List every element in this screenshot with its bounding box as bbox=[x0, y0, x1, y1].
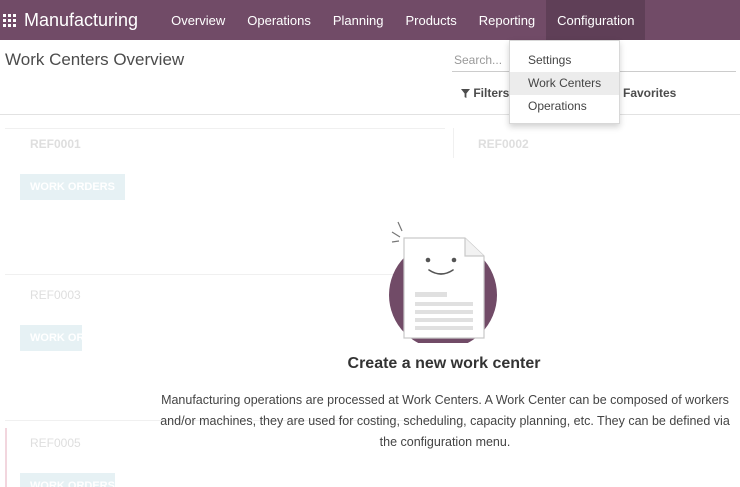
card-divider bbox=[5, 274, 445, 275]
card-ref: REF0003 bbox=[30, 288, 81, 302]
help-title: Create a new work center bbox=[347, 355, 541, 372]
work-orders-button: WORK ORDERS bbox=[20, 473, 115, 487]
card-ref: REF0001 bbox=[30, 137, 81, 151]
menu-configuration[interactable]: Configuration bbox=[546, 0, 646, 40]
menu-overview[interactable]: Overview bbox=[160, 0, 236, 40]
work-center-illustration bbox=[389, 221, 497, 343]
apps-grid-icon[interactable] bbox=[3, 13, 16, 27]
dropdown-item-operations[interactable]: Operations bbox=[510, 95, 619, 118]
filters-button[interactable]: Filters bbox=[461, 86, 509, 100]
app-brand[interactable]: Manufacturing bbox=[24, 10, 138, 31]
filter-funnel-icon bbox=[461, 89, 470, 98]
card-divider bbox=[5, 128, 445, 129]
favorites-button[interactable]: Favorites bbox=[623, 86, 676, 100]
menu-reporting[interactable]: Reporting bbox=[468, 0, 546, 40]
main-menu: Overview Operations Planning Products Re… bbox=[160, 0, 646, 40]
help-text: Manufacturing operations are processed a… bbox=[160, 393, 730, 449]
control-panel: Work Centers Overview Filters Favorites bbox=[0, 40, 740, 115]
page-title: Work Centers Overview bbox=[5, 50, 185, 69]
card-divider bbox=[453, 128, 454, 158]
work-orders-button: WORK ORDERS bbox=[20, 325, 82, 351]
top-navbar: Manufacturing Overview Operations Planni… bbox=[0, 0, 740, 40]
dropdown-item-work-centers[interactable]: Work Centers bbox=[510, 72, 619, 95]
card-ref: REF0002 bbox=[478, 137, 529, 151]
work-orders-button: WORK ORDERS bbox=[20, 174, 125, 200]
card-ref: REF0005 bbox=[30, 436, 81, 450]
favorites-label: Favorites bbox=[623, 86, 677, 100]
dropdown-item-settings[interactable]: Settings bbox=[510, 49, 619, 72]
filters-label: Filters bbox=[473, 86, 510, 100]
menu-planning[interactable]: Planning bbox=[322, 0, 395, 40]
menu-products[interactable]: Products bbox=[394, 0, 467, 40]
configuration-dropdown: Settings Work Centers Operations bbox=[509, 40, 620, 124]
menu-operations[interactable]: Operations bbox=[236, 0, 322, 40]
card-accent bbox=[5, 428, 7, 487]
